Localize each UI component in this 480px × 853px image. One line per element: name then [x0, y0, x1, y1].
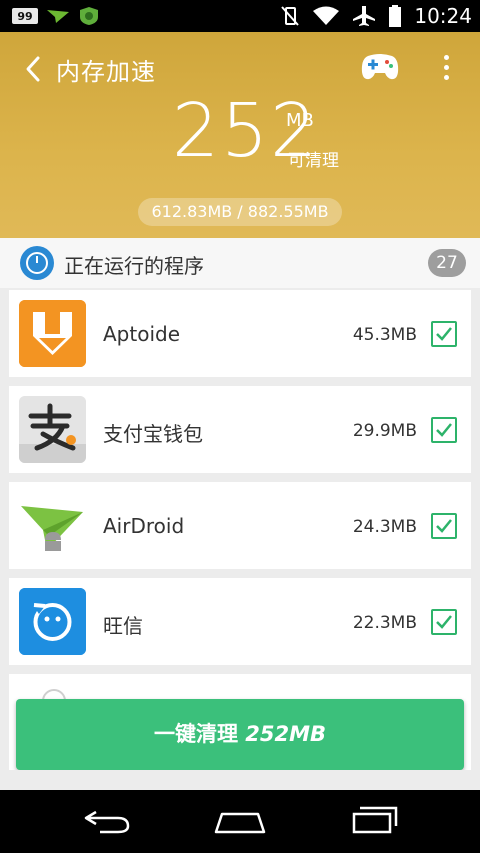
notification-icons: 99 [12, 6, 100, 26]
app-memory-size: 22.3MB [352, 613, 417, 633]
list-item-wangxin[interactable]: 旺信 22.3MB [9, 578, 471, 665]
airdroid-app-icon [19, 492, 86, 559]
app-name: Aptoide [103, 322, 181, 346]
app-memory-size: 45.3MB [352, 325, 417, 345]
memory-usage-badge: 612.83MB / 882.55MB [138, 198, 342, 226]
app-select-checkbox[interactable] [431, 321, 457, 347]
checkmark-icon [436, 519, 452, 533]
airplane-mode-icon [353, 6, 376, 26]
wifi-icon [313, 6, 340, 25]
more-options-icon[interactable] [436, 50, 456, 84]
notification-badge-99: 99 [12, 8, 38, 24]
back-icon[interactable] [22, 54, 44, 84]
back-nav-icon[interactable] [76, 804, 136, 838]
system-icons: 10:24 [280, 4, 472, 28]
clock: 10:24 [414, 4, 472, 28]
list-item-alipay[interactable]: 支付宝钱包 29.9MB [9, 386, 471, 473]
app-select-checkbox[interactable] [431, 513, 457, 539]
recent-apps-icon[interactable] [344, 804, 404, 838]
app-memory-size: 24.3MB [352, 517, 417, 537]
running-apps-title: 正在运行的程序 [64, 254, 204, 278]
speedometer-icon [20, 246, 54, 280]
app-select-checkbox[interactable] [431, 417, 457, 443]
app-select-checkbox[interactable] [431, 609, 457, 635]
app-memory-size: 29.9MB [352, 421, 417, 441]
game-boost-icon[interactable] [360, 50, 400, 84]
running-apps-count: 27 [428, 249, 466, 277]
security-notification-icon [80, 7, 98, 25]
clean-button-amount: 252MB [245, 722, 327, 746]
home-nav-icon[interactable] [210, 804, 270, 838]
aptoide-app-icon [19, 300, 86, 367]
one-tap-clean-button[interactable]: 一键清理 252MB [16, 699, 464, 770]
wangxin-app-icon [19, 588, 86, 655]
battery-icon [389, 5, 402, 27]
checkmark-icon [436, 423, 452, 437]
page-title: 内存加速 [56, 58, 156, 86]
airdroid-notification-icon [47, 10, 69, 23]
status-bar: 99 10:24 [0, 0, 480, 32]
list-item-aptoide[interactable]: Aptoide 45.3MB [9, 290, 471, 377]
app-name: AirDroid [103, 514, 185, 538]
list-bottom-padding [0, 770, 480, 790]
running-apps-header: 正在运行的程序 27 [0, 238, 480, 288]
clean-button-label: 一键清理 [153, 722, 238, 746]
navigation-bar [0, 790, 480, 853]
cleanable-label: 可清理 [288, 151, 339, 171]
app-name: 支付宝钱包 [103, 422, 203, 446]
vibrate-off-icon [281, 6, 300, 26]
app-name: 旺信 [103, 614, 143, 638]
cleanable-unit: MB [286, 110, 314, 131]
list-item-airdroid[interactable]: AirDroid 24.3MB [9, 482, 471, 569]
alipay-app-icon [19, 396, 86, 463]
memory-boost-header: 内存加速 252 MB 可清理 612.83MB / 882.55MB [0, 32, 480, 238]
checkmark-icon [436, 615, 452, 629]
checkmark-icon [436, 327, 452, 341]
